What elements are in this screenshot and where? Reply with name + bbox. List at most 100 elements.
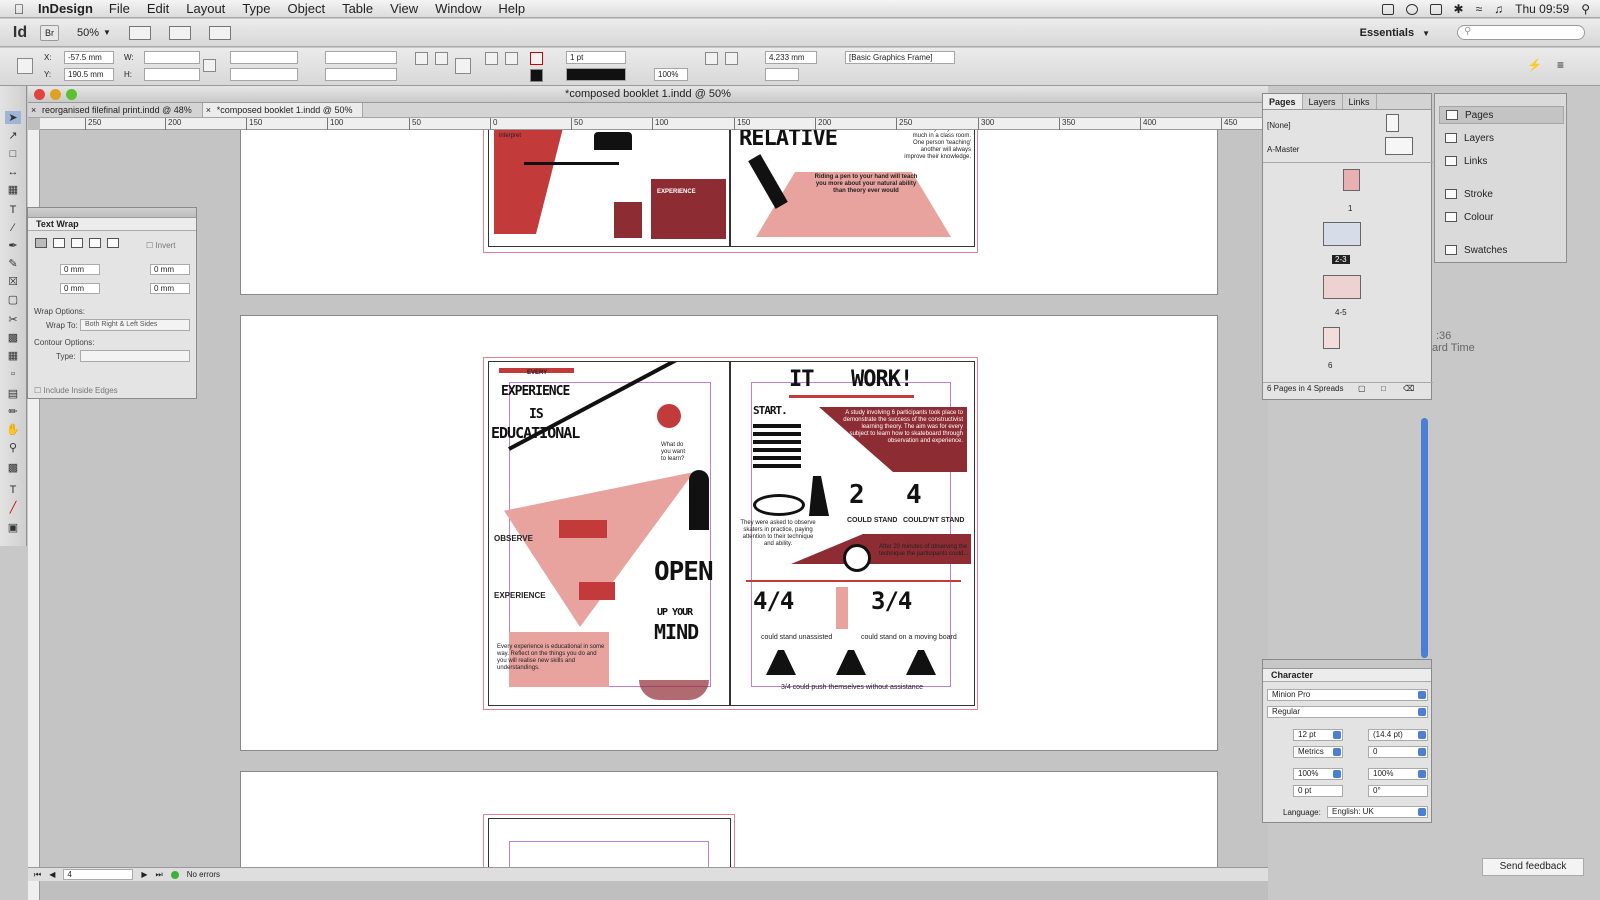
- rotate-icon[interactable]: [415, 52, 428, 65]
- rectangle-tool-icon[interactable]: ▢: [5, 293, 21, 306]
- tab-reorganised[interactable]: × reorganised filefinal print.indd @ 48%: [28, 103, 203, 117]
- apple-icon[interactable]: : [0, 1, 38, 17]
- a-master-thumb[interactable]: [1385, 137, 1413, 155]
- spread-2-3-thumb[interactable]: [1323, 222, 1361, 246]
- panel-drag-bar[interactable]: [1263, 660, 1431, 669]
- corner-size-field[interactable]: 4.233 mm: [765, 51, 817, 64]
- bottom-offset-field[interactable]: 0 mm: [60, 283, 100, 294]
- reference-point-icon[interactable]: [17, 58, 33, 74]
- font-family-select[interactable]: Minion Pro: [1267, 689, 1428, 701]
- font-size-field[interactable]: 12 pt: [1293, 729, 1343, 741]
- spread-2-3[interactable]: should look at and interpret EXPERIENCE …: [483, 130, 978, 253]
- wifi-icon[interactable]: ≈: [1476, 2, 1483, 16]
- screen-mode-tool-icon[interactable]: ▣: [5, 521, 21, 534]
- page-3[interactable]: RELATIVE Riding a pen to your hand will …: [730, 130, 975, 247]
- direct-selection-tool-icon[interactable]: ↗: [5, 129, 21, 142]
- text-wrap-title[interactable]: Text Wrap: [28, 218, 196, 231]
- screen-mode-icon[interactable]: [168, 25, 191, 40]
- tab-composed-booklet[interactable]: × *composed booklet 1.indd @ 50%: [202, 103, 364, 118]
- scissors-tool-icon[interactable]: ✂: [5, 313, 21, 326]
- bluetooth-icon[interactable]: ✱: [1454, 2, 1464, 16]
- horizontal-ruler[interactable]: 250 200 150 100 50 0 50 100 150 200 250 …: [40, 118, 1268, 130]
- top-offset-field[interactable]: 0 mm: [60, 264, 100, 275]
- jump-object-icon[interactable]: [89, 238, 101, 248]
- preflight-status[interactable]: No errors: [187, 870, 220, 879]
- close-tab-icon[interactable]: ×: [206, 103, 211, 118]
- baseline-shift-field[interactable]: 0 pt: [1293, 785, 1343, 797]
- pencil-tool-icon[interactable]: ✎: [5, 257, 21, 270]
- w-field[interactable]: [144, 51, 200, 64]
- page-6-thumb[interactable]: [1323, 327, 1340, 349]
- paragraph-icon[interactable]: [455, 58, 471, 74]
- dock-colour[interactable]: Colour: [1439, 208, 1564, 226]
- scale-x-field[interactable]: [230, 51, 298, 64]
- character-title[interactable]: Character: [1263, 669, 1431, 682]
- object-style-select[interactable]: [Basic Graphics Frame]: [845, 51, 955, 64]
- shear-field[interactable]: [325, 68, 397, 81]
- dock-stroke[interactable]: Stroke: [1439, 185, 1564, 203]
- page-1-thumb[interactable]: [1343, 169, 1360, 191]
- tracking-field[interactable]: 0: [1368, 746, 1428, 758]
- none-master[interactable]: [None]: [1267, 121, 1291, 130]
- hand-tool-icon[interactable]: ✋: [5, 423, 21, 436]
- menu-object[interactable]: Object: [288, 1, 326, 16]
- clock[interactable]: Thu 09:59: [1515, 2, 1569, 16]
- spread-6[interactable]: [483, 814, 735, 867]
- no-wrap-icon[interactable]: [35, 238, 47, 248]
- quick-apply-icon[interactable]: ⚡: [1527, 58, 1542, 72]
- zoom-tool-icon[interactable]: ⚲: [5, 441, 21, 454]
- dock-pages[interactable]: Pages: [1439, 106, 1564, 124]
- minimize-window-icon[interactable]: [50, 89, 61, 100]
- gradient-feather-tool-icon[interactable]: ▫: [5, 367, 21, 380]
- align-icon[interactable]: [705, 52, 718, 65]
- panel-drag-bar[interactable]: [28, 208, 196, 218]
- flip-horizontal-icon[interactable]: [485, 52, 498, 65]
- user-icon[interactable]: [1429, 3, 1442, 15]
- opacity-field[interactable]: 100%: [654, 68, 688, 81]
- flip-vertical-icon[interactable]: [505, 52, 518, 65]
- search-input[interactable]: ⚲: [1457, 25, 1585, 40]
- font-style-select[interactable]: Regular: [1267, 706, 1428, 718]
- stroke-icon[interactable]: [530, 69, 543, 82]
- formatting-affects-icon[interactable]: T: [5, 483, 21, 496]
- volume-icon[interactable]: ♫: [1494, 2, 1503, 16]
- workspace-switcher[interactable]: Essentials ▼: [1360, 19, 1430, 47]
- kerning-field[interactable]: Metrics: [1293, 746, 1343, 758]
- rotation-field[interactable]: [325, 51, 397, 64]
- close-tab-icon[interactable]: ×: [31, 103, 36, 118]
- edit-page-size-icon[interactable]: ▢: [1358, 383, 1366, 394]
- panel-menu-icon[interactable]: ≡: [1557, 58, 1564, 72]
- corner-shape-select[interactable]: [765, 68, 799, 81]
- view-options-icon[interactable]: [128, 25, 151, 40]
- wrap-object-shape-icon[interactable]: [71, 238, 83, 248]
- dock-links[interactable]: Links: [1439, 152, 1564, 170]
- dock-swatches[interactable]: Swatches: [1439, 241, 1564, 259]
- zoom-window-icon[interactable]: [66, 89, 77, 100]
- distribute-icon[interactable]: [725, 52, 738, 65]
- line-tool-icon[interactable]: ∕: [5, 221, 21, 234]
- menu-app-name[interactable]: InDesign: [38, 1, 93, 16]
- next-page-icon[interactable]: ▶: [141, 870, 147, 879]
- new-page-icon[interactable]: □: [1381, 383, 1386, 394]
- fill-stroke-icon[interactable]: ▩: [5, 461, 21, 474]
- wrap-to-select[interactable]: Both Right & Left Sides: [80, 319, 190, 331]
- bridge-button[interactable]: Br: [40, 24, 59, 41]
- horizontal-scale-field[interactable]: 100%: [1368, 768, 1428, 780]
- menu-window[interactable]: Window: [435, 1, 481, 16]
- zoom-dropdown-icon[interactable]: ▼: [103, 28, 111, 37]
- free-transform-tool-icon[interactable]: ▩: [5, 331, 21, 344]
- contour-type-select[interactable]: [80, 350, 190, 362]
- right-offset-field[interactable]: 0 mm: [150, 283, 190, 294]
- skew-field[interactable]: 0°: [1368, 785, 1428, 797]
- vertical-scrollbar[interactable]: [1421, 418, 1428, 658]
- menu-type[interactable]: Type: [242, 1, 270, 16]
- tab-links[interactable]: Links: [1343, 94, 1377, 109]
- a-master[interactable]: A-Master: [1267, 145, 1299, 154]
- menu-view[interactable]: View: [390, 1, 418, 16]
- gradient-swatch-tool-icon[interactable]: ▦: [5, 349, 21, 362]
- gap-tool-icon[interactable]: ↔: [5, 165, 21, 178]
- left-offset-field[interactable]: 0 mm: [150, 264, 190, 275]
- page-tool-icon[interactable]: □: [5, 147, 21, 160]
- jump-next-column-icon[interactable]: [107, 238, 119, 248]
- zoom-level[interactable]: 50%: [77, 27, 99, 39]
